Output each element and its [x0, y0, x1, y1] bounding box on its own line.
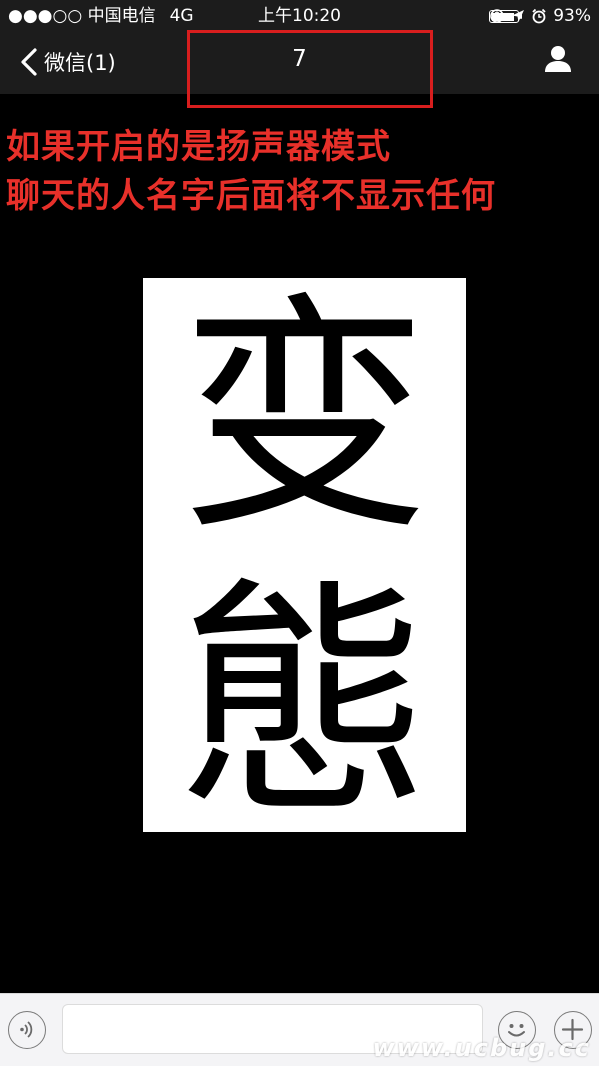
title-highlight-box: [187, 30, 433, 108]
watermark: www.ucbug.cc: [372, 1034, 591, 1062]
battery-percent: 93%: [553, 6, 591, 26]
annotation-text: 如果开启的是扬声器模式 聊天的人名字后面将不显示任何: [6, 123, 496, 221]
battery-fill: [491, 12, 514, 21]
person-icon: [545, 46, 571, 72]
battery-icon: [489, 10, 523, 23]
image-message[interactable]: 变 態: [143, 272, 466, 838]
annotation-line-1: 如果开启的是扬声器模式: [6, 127, 391, 167]
image-char-2: 態: [179, 557, 430, 848]
annotation-line-2: 聊天的人名字后面将不显示任何: [6, 176, 496, 216]
status-icons: 93%: [489, 5, 591, 27]
input-bar: www.ucbug.cc: [0, 993, 599, 1066]
status-bar: ●●●○○ 中国电信 4G 上午10:20 93%: [0, 0, 599, 32]
alarm-icon: [532, 8, 546, 24]
image-char-1: 变: [179, 272, 430, 563]
profile-button[interactable]: [543, 44, 573, 74]
voice-icon: [20, 1021, 33, 1038]
voice-button[interactable]: [8, 1011, 46, 1049]
